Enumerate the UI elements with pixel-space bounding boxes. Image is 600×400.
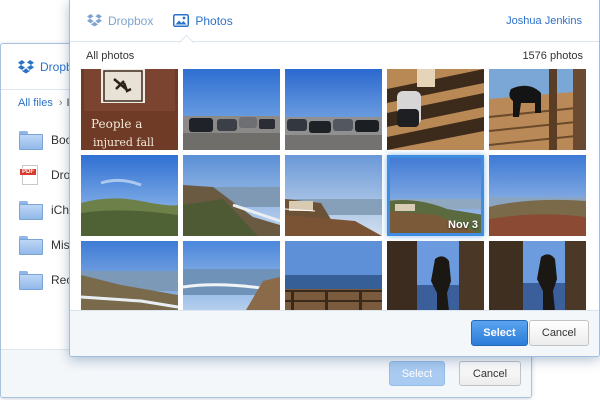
photo-thumbnail[interactable] [387, 241, 484, 315]
folder-icon [19, 271, 43, 290]
folder-icon [19, 236, 43, 255]
photo-thumbnail[interactable] [183, 155, 280, 236]
photo-thumbnail[interactable] [489, 241, 586, 315]
screen: Dropbox All files › I Boo PDF Dro iCha [0, 0, 600, 400]
photo-dialog-header: Dropbox Photos Joshua Jenkins [70, 0, 599, 42]
folder-icon [19, 201, 43, 220]
photo-thumbnail[interactable] [285, 241, 382, 315]
section-title: All photos [86, 49, 135, 62]
photo-thumbnail[interactable] [489, 155, 586, 236]
dropbox-icon [87, 14, 102, 27]
svg-text:People a: People a [91, 117, 142, 131]
tab-photos[interactable]: Photos [173, 0, 233, 42]
photo-thumbnail[interactable]: People a injured fall [81, 69, 178, 150]
photo-count: 1576 photos [522, 49, 583, 62]
photo-thumbnail[interactable] [387, 69, 484, 150]
breadcrumb-separator: › [58, 97, 63, 109]
tab-dropbox[interactable]: Dropbox [87, 14, 153, 28]
folder-icon [19, 131, 43, 150]
select-button[interactable]: Select [471, 320, 528, 346]
file-name: Dro [51, 167, 71, 182]
pdf-icon: PDF [20, 164, 38, 185]
breadcrumb-root[interactable]: All files [18, 97, 53, 109]
photo-dialog-footer: Select Cancel [70, 310, 599, 356]
photos-icon [173, 14, 190, 27]
dropbox-icon [18, 59, 34, 74]
back-select-button[interactable]: Select [389, 361, 445, 386]
svg-text:injured fall: injured fall [93, 136, 155, 149]
photo-grid: People a injured fall Nov 3 [70, 69, 599, 315]
photo-thumbnail[interactable] [183, 241, 280, 315]
cancel-button[interactable]: Cancel [529, 320, 589, 346]
tab-label: Dropbox [108, 13, 154, 28]
photo-thumbnail[interactable] [183, 69, 280, 150]
photo-thumbnail[interactable] [81, 241, 178, 315]
photo-thumbnail[interactable] [489, 69, 586, 150]
photo-date-label: Nov 3 [448, 219, 478, 231]
user-name[interactable]: Joshua Jenkins [506, 15, 582, 27]
photo-thumbnail[interactable] [81, 155, 178, 236]
photo-thumbnail[interactable] [285, 155, 382, 236]
pdf-badge: PDF [20, 168, 36, 175]
photo-thumbnail[interactable] [285, 69, 382, 150]
photo-chooser-dialog: Dropbox Photos Joshua Jenkins All photos… [69, 0, 600, 357]
photos-info-bar: All photos 1576 photos [70, 42, 599, 69]
photo-thumbnail-selected[interactable]: Nov 3 [387, 155, 484, 236]
back-cancel-button[interactable]: Cancel [459, 361, 521, 386]
file-name: Mis [51, 237, 70, 252]
tab-label: Photos [195, 13, 233, 28]
